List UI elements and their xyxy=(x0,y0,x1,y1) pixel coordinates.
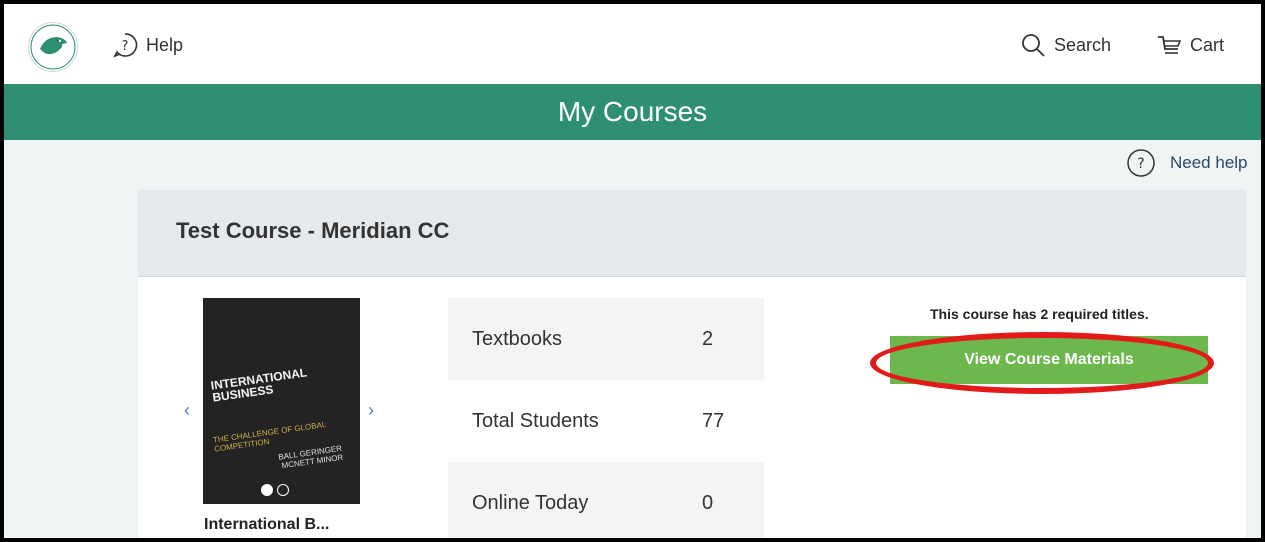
book-cover[interactable]: International Business The Challenge of … xyxy=(203,298,360,504)
course-title: Test Course - Meridian CC xyxy=(176,218,450,243)
cart-link[interactable]: Cart xyxy=(1156,32,1224,58)
course-card: Test Course - Meridian CC ‹ Internationa… xyxy=(138,190,1246,538)
book-cover-authors: Ball Geringer McNett Minor xyxy=(277,443,344,471)
svg-text:?: ? xyxy=(1137,156,1144,172)
search-label: Search xyxy=(1054,34,1112,55)
app-frame: ? Help Search Cart My Courses ? Need hel… xyxy=(0,0,1265,542)
help-label: Help xyxy=(146,34,184,55)
need-help-label: Need help xyxy=(1170,153,1248,172)
carousel-dots xyxy=(261,484,293,496)
cart-label: Cart xyxy=(1190,34,1225,55)
help-link[interactable]: ? Help xyxy=(112,32,183,58)
stat-label: Online Today xyxy=(472,491,589,514)
college-logo[interactable] xyxy=(28,22,78,72)
carousel-dot[interactable] xyxy=(277,484,289,496)
top-nav: ? Help Search Cart xyxy=(4,4,1261,84)
search-link[interactable]: Search xyxy=(1020,32,1111,58)
stat-online-today: Online Today 0 xyxy=(448,462,764,538)
carousel-next-button[interactable]: › xyxy=(368,400,374,421)
help-circle-icon: ? xyxy=(113,33,138,58)
stat-total-students: Total Students 77 xyxy=(448,380,764,462)
page-title-bar: My Courses xyxy=(4,84,1261,140)
book-cover-title: International Business xyxy=(209,365,308,405)
carousel-prev-button[interactable]: ‹ xyxy=(184,400,190,421)
stat-value: 0 xyxy=(702,491,714,514)
view-course-materials-button[interactable]: View Course Materials xyxy=(890,336,1208,384)
carousel-dot-active[interactable] xyxy=(261,484,273,496)
cart-icon xyxy=(1158,36,1182,54)
book-caption: International B... xyxy=(204,516,330,533)
stat-textbooks: Textbooks 2 xyxy=(448,298,764,380)
eagle-logo-icon xyxy=(30,24,76,70)
search-icon xyxy=(1022,34,1045,57)
required-titles-text: This course has 2 required titles. xyxy=(930,306,1149,322)
page-title: My Courses xyxy=(557,96,708,127)
need-help-link[interactable]: ? Need help xyxy=(1126,148,1248,178)
question-circle-icon: ? xyxy=(1127,149,1155,177)
stat-value: 77 xyxy=(702,409,725,432)
stat-label: Total Students xyxy=(472,409,599,432)
svg-text:?: ? xyxy=(122,39,129,54)
course-card-header: Test Course - Meridian CC xyxy=(138,190,1246,277)
stat-value: 2 xyxy=(702,327,714,350)
stat-label: Textbooks xyxy=(472,327,563,350)
